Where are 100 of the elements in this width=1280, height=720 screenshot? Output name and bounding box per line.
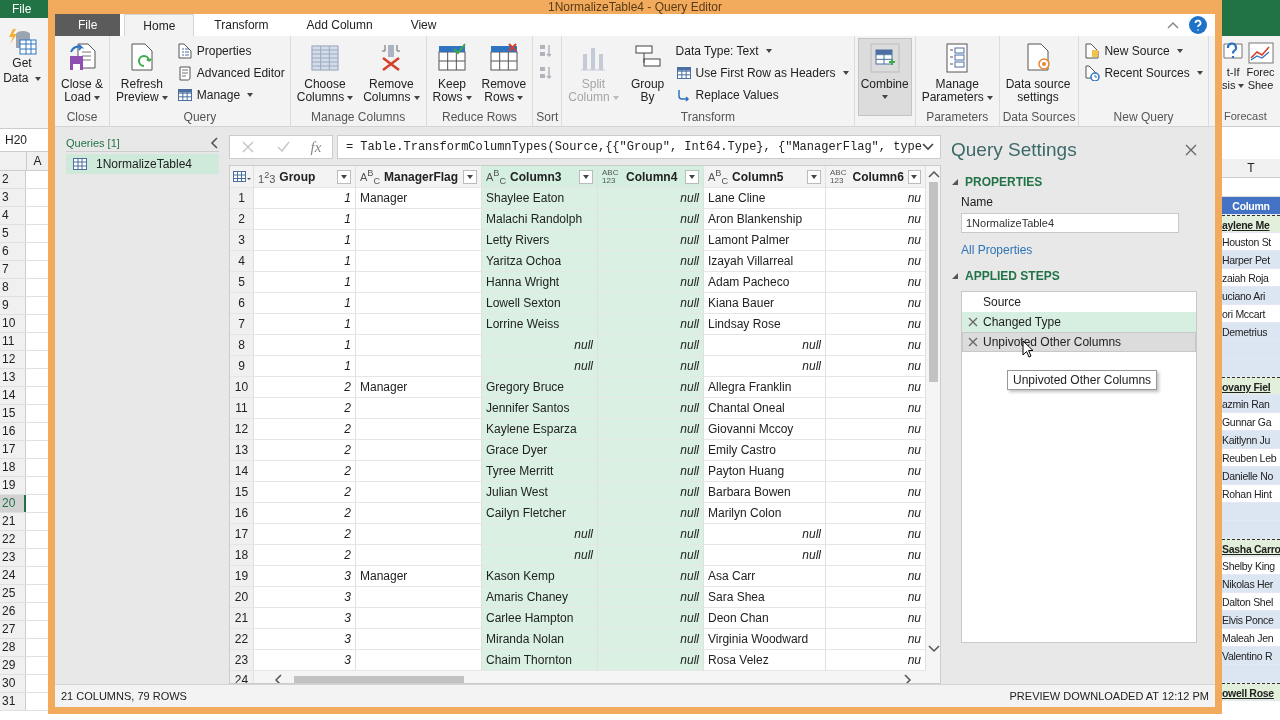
- row-number[interactable]: 16: [0, 423, 26, 440]
- ribbon-button[interactable]: Advanced Editor: [174, 63, 287, 82]
- vertical-scrollbar[interactable]: [926, 166, 940, 683]
- table-cell: 1: [254, 356, 356, 377]
- ribbon-button[interactable]: Combine: [857, 38, 912, 116]
- ribbon-button[interactable]: Refresh Preview: [113, 38, 171, 106]
- filter-dropdown[interactable]: [807, 169, 821, 184]
- ribbon-button[interactable]: Keep Rows: [429, 38, 475, 106]
- scroll-icon: [176, 64, 193, 81]
- query-item[interactable]: 1NormalizeTable4: [66, 154, 219, 174]
- row-number[interactable]: 24: [0, 567, 26, 584]
- row-number[interactable]: 21: [0, 513, 26, 530]
- expand-icon[interactable]: [922, 143, 934, 151]
- table-menu-icon[interactable]: [232, 170, 251, 183]
- ribbon-button[interactable]: Data source settings: [1002, 38, 1074, 106]
- function-button[interactable]: fx: [310, 138, 322, 156]
- ribbon-tab[interactable]: File: [55, 14, 121, 36]
- ribbon-tab[interactable]: Home: [124, 14, 195, 36]
- column-header[interactable]: A$^{B}$$_{C}$ Column3: [482, 166, 598, 188]
- ribbon-button[interactable]: Replace Values: [673, 85, 851, 104]
- row-number[interactable]: 6: [0, 243, 26, 260]
- section-heading: APPLIED STEPS: [965, 269, 1060, 283]
- filter-dropdown[interactable]: [337, 169, 351, 184]
- row-number[interactable]: 7: [0, 261, 26, 278]
- file-tab[interactable]: File: [0, 0, 48, 18]
- row-number: 19: [230, 566, 254, 587]
- scroll-right-icon[interactable]: [904, 674, 912, 683]
- column-header[interactable]: T: [1222, 159, 1280, 178]
- row-number[interactable]: 14: [0, 387, 26, 404]
- row-number[interactable]: 28: [0, 639, 26, 656]
- ribbon-button[interactable]: Close & Load: [58, 38, 107, 106]
- row-number[interactable]: 3: [0, 189, 26, 206]
- row-number[interactable]: 12: [0, 351, 26, 368]
- collapse-icon[interactable]: [209, 137, 219, 149]
- ribbon-button[interactable]: Remove Rows: [478, 38, 530, 106]
- row-number[interactable]: 20: [0, 495, 26, 512]
- column-header[interactable]: A$^{B}$$_{C}$ ManagerFlag: [356, 166, 482, 188]
- row-number[interactable]: 17: [0, 441, 26, 458]
- applied-step[interactable]: Changed Type: [962, 312, 1196, 332]
- row-number[interactable]: 26: [0, 603, 26, 620]
- row-number[interactable]: 18: [0, 459, 26, 476]
- row-number[interactable]: 10: [0, 315, 26, 332]
- filter-dropdown[interactable]: [907, 169, 921, 184]
- filter-dropdown[interactable]: [463, 169, 477, 184]
- help-icon[interactable]: [1189, 16, 1207, 34]
- filter-dropdown[interactable]: [685, 169, 699, 184]
- filter-dropdown[interactable]: [579, 169, 593, 184]
- row-number: 4: [230, 251, 254, 272]
- row-number[interactable]: 5: [0, 225, 26, 242]
- ribbon-button[interactable]: Use First Row as Headers: [673, 63, 851, 82]
- row-number[interactable]: 11: [0, 333, 26, 350]
- tooltip: Unpivoted Other Columns: [1007, 370, 1158, 390]
- row-number[interactable]: 27: [0, 621, 26, 638]
- ribbon-button[interactable]: Data Type: Text: [673, 41, 851, 60]
- ribbon-button[interactable]: Group By: [625, 38, 670, 106]
- row-number[interactable]: 30: [0, 675, 26, 692]
- row-number[interactable]: 29: [0, 657, 26, 674]
- row-number[interactable]: 13: [0, 369, 26, 386]
- formula-field[interactable]: = Table.TransformColumnTypes(Source,{{"Group", Int64.Type}, {"ManagerFlag", type: [336, 135, 941, 159]
- row-number[interactable]: 22: [0, 531, 26, 548]
- name-field[interactable]: 1NormalizeTable4: [961, 213, 1179, 233]
- collapse-triangle-icon[interactable]: [951, 178, 959, 186]
- row-number[interactable]: 4: [0, 207, 26, 224]
- ribbon-button[interactable]: Manage Parameters: [918, 38, 996, 106]
- row-number[interactable]: 8: [0, 279, 26, 296]
- collapse-ribbon-icon[interactable]: [1167, 21, 1179, 29]
- row-number[interactable]: 25: [0, 585, 26, 602]
- applied-step[interactable]: Unpivoted Other Columns: [962, 332, 1196, 352]
- ribbon-button[interactable]: Properties: [174, 41, 287, 60]
- row-number[interactable]: 2: [0, 171, 26, 188]
- ribbon-tab[interactable]: View: [392, 14, 455, 36]
- scroll-left-icon[interactable]: [274, 674, 282, 683]
- scroll-up-icon[interactable]: [927, 170, 940, 178]
- ribbon-button[interactable]: Remove Columns: [360, 38, 423, 106]
- table-cell: Cailyn Fletcher: [482, 503, 598, 524]
- close-icon[interactable]: [1185, 144, 1197, 156]
- row-number: 5: [230, 272, 254, 293]
- delete-icon[interactable]: [968, 317, 978, 327]
- column-header[interactable]: A$^{B}$$_{C}$ Column5: [704, 166, 826, 188]
- ribbon-tab[interactable]: Add Column: [288, 14, 391, 36]
- column-header[interactable]: 1$^{2}$3 Group: [254, 166, 356, 188]
- forecast-sheet-button[interactable]: Forec Shee: [1246, 40, 1275, 110]
- ribbon-button[interactable]: New Source: [1082, 41, 1205, 60]
- check-icon[interactable]: [275, 140, 290, 154]
- row-number[interactable]: 15: [0, 405, 26, 422]
- table-cell: 1: [254, 209, 356, 230]
- row-number[interactable]: 23: [0, 549, 26, 566]
- applied-step[interactable]: Source: [962, 292, 1196, 312]
- delete-icon[interactable]: [968, 337, 978, 347]
- what-if-analysis-button[interactable]: t-If sis: [1222, 40, 1245, 110]
- scroll-down-icon[interactable]: [927, 645, 940, 653]
- collapse-triangle-icon[interactable]: [951, 272, 959, 280]
- ribbon-button[interactable]: Choose Columns: [293, 38, 357, 106]
- ribbon-tab[interactable]: Transform: [196, 14, 287, 36]
- row-number[interactable]: 19: [0, 477, 26, 494]
- row-number[interactable]: 31: [0, 693, 26, 710]
- row-number[interactable]: 9: [0, 297, 26, 314]
- ribbon-button[interactable]: Recent Sources: [1082, 63, 1205, 82]
- ribbon-button[interactable]: Manage: [174, 85, 287, 104]
- all-properties-link[interactable]: All Properties: [961, 243, 1197, 257]
